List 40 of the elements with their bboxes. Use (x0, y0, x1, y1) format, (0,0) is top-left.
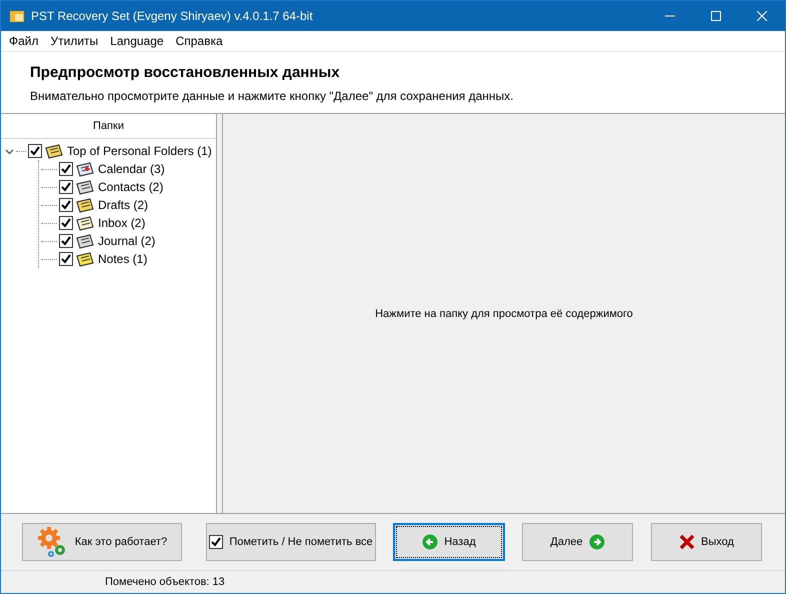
tree-item[interactable]: Contacts (2) (98, 180, 164, 194)
tree-item[interactable]: Top of Personal Folders (1) (67, 144, 212, 158)
checkbox[interactable] (59, 252, 73, 266)
exit-button[interactable]: Выход (651, 523, 762, 561)
tree-item[interactable]: Journal (2) (98, 234, 156, 248)
tree-item[interactable]: Drafts (2) (98, 198, 148, 212)
folder-icon (76, 180, 94, 194)
instruction-text: Внимательно просмотрите данные и нажмите кнопку "Далее" для сохранения данных. (30, 89, 514, 103)
checkbox[interactable] (59, 180, 73, 194)
checkbox[interactable] (59, 198, 73, 212)
folder-icon (76, 162, 94, 176)
checkbox[interactable] (59, 162, 73, 176)
folder-icon (76, 216, 94, 230)
menu-item[interactable]: Справка (170, 34, 229, 48)
close-icon (679, 534, 696, 550)
next-button[interactable]: Далее (522, 523, 633, 561)
tree-item[interactable]: Notes (1) (98, 252, 148, 266)
menu-item[interactable]: Language (104, 34, 170, 48)
window-title: PST Recovery Set (Evgeny Shiryaev) v.4.0.1.7 64-bit (31, 9, 314, 23)
checkbox[interactable] (59, 234, 73, 248)
folder-icon (76, 234, 94, 248)
checkbox[interactable] (209, 535, 224, 549)
checkbox[interactable] (28, 144, 42, 158)
menu-item[interactable]: Утилиты (44, 34, 104, 48)
folder-icon (76, 252, 94, 266)
expand-caret-icon[interactable] (5, 146, 14, 156)
folder-icon (76, 198, 94, 212)
status-text: Помечено объектов: 13 (105, 576, 225, 588)
column-header: Папки (1, 114, 216, 139)
help-button[interactable]: Как это работает? (22, 523, 182, 561)
folder-icon (45, 144, 63, 158)
select-all-button[interactable]: Пометить / Не пометить все (206, 523, 376, 561)
menu-item[interactable]: Файл (3, 34, 45, 48)
back-button[interactable]: Назад (393, 523, 505, 561)
preview-hint: Нажмите на папку для просмотра её содержимого (375, 308, 633, 320)
app-icon (9, 8, 25, 24)
page-heading: Предпросмотр восстановленных данных (30, 64, 341, 81)
checkbox[interactable] (59, 216, 73, 230)
tree-item[interactable]: Calendar (3) (98, 162, 165, 176)
tree-item[interactable]: Inbox (2) (98, 216, 146, 230)
